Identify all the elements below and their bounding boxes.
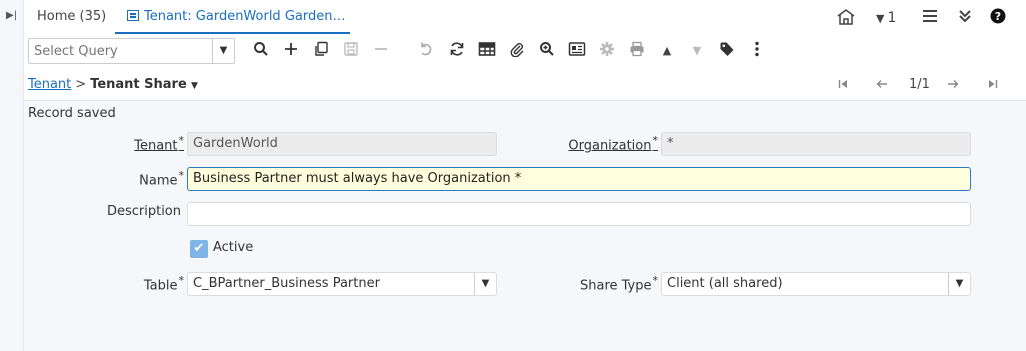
double-chevron-down-icon[interactable] <box>957 8 973 28</box>
required-mark: * <box>178 134 185 147</box>
first-record-icon[interactable] <box>838 78 848 92</box>
process-gear-icon[interactable] <box>597 41 617 61</box>
breadcrumb: Tenant > Tenant Share ▼ <box>28 77 198 92</box>
organization-label-text: Organization <box>568 138 652 154</box>
undo-icon[interactable] <box>416 41 436 61</box>
share-type-label-text: Share Type <box>579 278 652 294</box>
form-panel: Record saved Tenant* GardenWorld Organiz… <box>24 100 1026 351</box>
toolbar: ▼ ▲ ▼ <box>24 34 1026 68</box>
active-checkbox[interactable]: ✔ <box>190 240 208 258</box>
new-record-icon[interactable] <box>281 41 301 61</box>
caret-down-icon: ▼ <box>876 12 885 25</box>
notification-count: 1 <box>887 10 897 26</box>
share-type-select[interactable]: Client (all shared) ▼ <box>661 272 971 296</box>
tag-icon[interactable] <box>717 41 737 61</box>
tab-tenant[interactable]: Tenant: GardenWorld Garden…✕ <box>115 0 350 59</box>
print-icon[interactable] <box>627 41 647 61</box>
checkmark-icon: ✔ <box>193 241 205 256</box>
expand-panel-icon[interactable]: ▶| <box>6 10 17 21</box>
share-type-select-value: Client (all shared) <box>667 276 783 291</box>
grid-toggle-icon[interactable] <box>477 41 497 61</box>
required-mark: * <box>178 274 185 287</box>
table-select-value: C_BPartner_Business Partner <box>193 276 380 291</box>
table-label-text: Table <box>143 278 178 294</box>
breadcrumb-tenant-link[interactable]: Tenant <box>28 77 71 92</box>
last-record-icon[interactable] <box>988 78 998 92</box>
required-mark: * <box>652 134 659 147</box>
side-panel-strip: ▶| <box>0 0 24 351</box>
select-query[interactable]: ▼ <box>28 38 235 64</box>
name-label-text: Name <box>139 173 178 189</box>
status-message: Record saved <box>28 106 116 121</box>
caret-down-icon[interactable]: ▼ <box>948 273 970 295</box>
window-icon <box>127 10 139 21</box>
previous-record-icon[interactable]: ▲ <box>657 41 677 61</box>
required-mark: * <box>178 169 185 182</box>
delete-icon[interactable] <box>371 41 391 61</box>
caret-down-icon[interactable]: ▼ <box>191 81 198 91</box>
attachment-icon[interactable] <box>507 41 527 61</box>
share-type-label: Share Type* <box>554 274 658 293</box>
more-vertical-icon[interactable] <box>747 41 767 61</box>
tab-tenant-label: Tenant: GardenWorld Garden… <box>144 9 346 24</box>
caret-down-icon[interactable]: ▼ <box>212 39 234 63</box>
organization-label[interactable]: Organization* <box>554 134 658 153</box>
notification-dropdown[interactable]: ▼ 1 <box>876 8 896 28</box>
record-position: 1/1 <box>909 77 930 92</box>
hamburger-icon[interactable] <box>922 8 938 28</box>
tenant-label-text: Tenant <box>134 138 178 154</box>
search-icon[interactable] <box>251 41 271 61</box>
tab-home[interactable]: Home (35) <box>37 0 106 34</box>
description-label: Description <box>106 204 181 219</box>
name-label: Name* <box>124 169 184 188</box>
tenant-field[interactable]: GardenWorld <box>187 132 497 156</box>
breadcrumb-separator: > <box>75 77 87 92</box>
name-field[interactable]: Business Partner must always have Organi… <box>187 167 971 191</box>
save-icon[interactable] <box>341 41 361 61</box>
required-mark: * <box>652 274 659 287</box>
help-icon[interactable]: ? <box>990 8 1006 28</box>
active-label: Active <box>213 240 254 255</box>
table-label: Table* <box>124 274 184 293</box>
svg-text:?: ? <box>995 10 1001 23</box>
caret-down-icon[interactable]: ▼ <box>474 273 496 295</box>
tenant-label[interactable]: Tenant* <box>124 134 184 153</box>
description-field[interactable] <box>187 202 971 226</box>
table-select[interactable]: C_BPartner_Business Partner ▼ <box>187 272 497 296</box>
organization-field[interactable]: * <box>661 132 971 156</box>
refresh-icon[interactable] <box>447 41 467 61</box>
home-icon[interactable] <box>836 8 856 28</box>
query-input[interactable] <box>29 39 209 63</box>
next-arrow-icon[interactable] <box>947 78 959 92</box>
next-record-icon[interactable]: ▼ <box>687 41 707 61</box>
zoom-across-icon[interactable] <box>537 41 557 61</box>
report-icon[interactable] <box>567 41 587 61</box>
copy-record-icon[interactable] <box>311 41 331 61</box>
breadcrumb-current[interactable]: Tenant Share <box>90 77 187 92</box>
previous-arrow-icon[interactable] <box>876 78 888 92</box>
